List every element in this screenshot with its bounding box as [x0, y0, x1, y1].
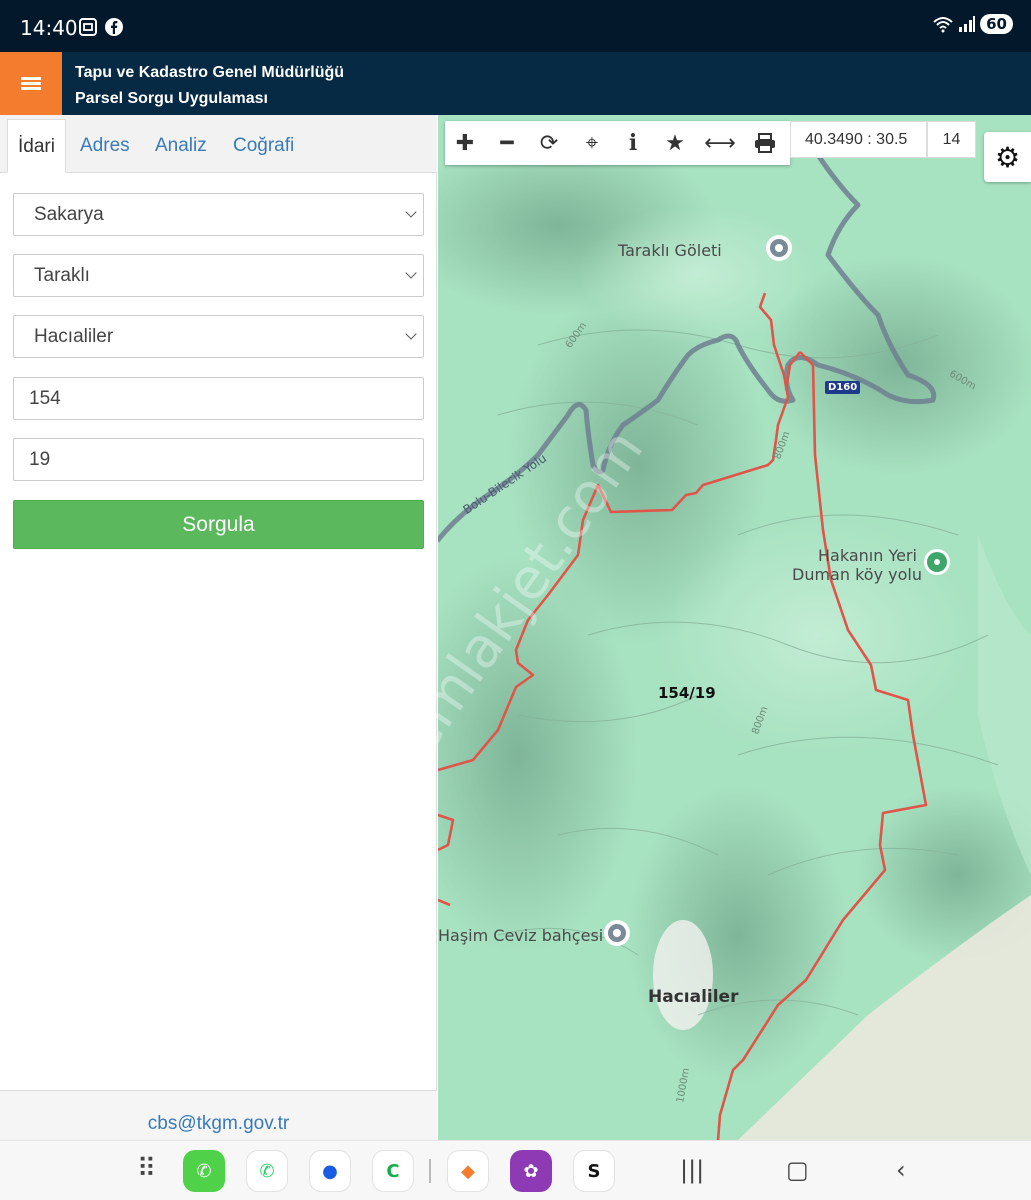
app-drawer-icon[interactable]: ⠿ — [137, 1154, 156, 1184]
app-header: Tapu ve Kadastro Genel Müdürlüğü Parsel … — [0, 52, 1031, 115]
tab-analiz[interactable]: Analiz — [155, 119, 207, 173]
battery-level: 60 — [980, 14, 1013, 34]
header-title: Tapu ve Kadastro Genel Müdürlüğü — [75, 64, 345, 81]
map-place-hasim-ceviz-bahcesi: Haşim Ceviz bahçesi — [438, 926, 604, 945]
crosshair-icon: ⌖ — [585, 130, 599, 156]
parcel-label: 154/19 — [658, 684, 716, 702]
star-icon: ★ — [665, 130, 685, 156]
signal-icon — [959, 16, 976, 32]
refresh-button[interactable]: ⟳ — [529, 121, 569, 165]
refresh-icon: ⟳ — [539, 130, 559, 156]
plus-icon: ✚ — [455, 130, 475, 156]
recents-icon[interactable]: ||| — [680, 1156, 704, 1184]
map-toolbar: ✚ ━ ⟳ ⌖ i ★ ⟷ — [445, 121, 790, 165]
android-nav-bar: ⠿ ✆ ✆ ● C ◆ ✿ S ||| ▢ ‹ — [0, 1140, 1031, 1200]
arrows-horizontal-icon: ⟷ — [704, 130, 736, 156]
print-icon — [755, 133, 775, 153]
zoom-out-button[interactable]: ━ — [487, 121, 527, 165]
tab-bar: İdari Adres Analiz Coğrafi — [0, 115, 437, 173]
il-select-value: Sakarya — [34, 204, 104, 225]
footer: cbs@tkgm.gov.tr — [0, 1090, 437, 1140]
left-panel: İdari Adres Analiz Coğrafi Sakarya Tarak… — [0, 115, 437, 1140]
chevron-down-icon — [405, 328, 417, 340]
measure-button[interactable]: ⟷ — [700, 121, 740, 165]
mahalle-select[interactable]: Hacıaliler — [13, 315, 424, 358]
phone-app-icon[interactable]: ✆ — [183, 1150, 225, 1192]
settings-button[interactable]: ⚙ — [984, 132, 1031, 182]
ilce-select-value: Taraklı — [34, 265, 90, 286]
ada-input[interactable]: 154 — [13, 377, 424, 420]
menu-button[interactable] — [0, 52, 62, 115]
parsel-input[interactable]: 19 — [13, 438, 424, 481]
poi-icon — [604, 920, 630, 946]
zoom-in-button[interactable]: ✚ — [445, 121, 485, 165]
screenshot-icon — [79, 18, 97, 36]
map-place-duman-koy-yolu: Duman köy yolu — [792, 565, 922, 584]
status-right: 60 — [932, 14, 1013, 34]
ilce-select[interactable]: Taraklı — [13, 254, 424, 297]
messages-app-icon[interactable]: ● — [309, 1150, 351, 1192]
hamburger-icon — [21, 75, 41, 92]
minus-icon: ━ — [500, 130, 514, 156]
mahalle-select-value: Hacıaliler — [34, 326, 114, 347]
sorgula-button[interactable]: Sorgula — [13, 500, 424, 549]
header-subtitle: Parsel Sorgu Uygulaması — [75, 90, 268, 107]
map-place-hakanin-yeri: Hakanın Yeri — [818, 546, 917, 565]
coordinate-display: 40.3490 : 30.5 — [790, 121, 927, 158]
status-time: 14:40 — [20, 16, 78, 40]
tulip-app-icon[interactable]: ✿ — [510, 1150, 552, 1192]
chevron-down-icon — [405, 206, 417, 218]
dock-divider — [429, 1159, 431, 1183]
zoom-level-display: 14 — [927, 121, 976, 158]
map-place-haciailer: Hacıaliler — [648, 987, 739, 1007]
info-icon: i — [628, 130, 638, 156]
status-bar: 14:40 60 — [0, 0, 1031, 52]
tab-cografi[interactable]: Coğrafi — [233, 119, 294, 173]
wifi-icon — [933, 17, 953, 33]
whatsapp-app-icon[interactable]: ✆ — [246, 1150, 288, 1192]
park-icon — [924, 549, 950, 575]
locate-button[interactable]: ⌖ — [572, 121, 612, 165]
footer-email-link[interactable]: cbs@tkgm.gov.tr — [148, 1113, 289, 1134]
tab-adres[interactable]: Adres — [80, 119, 130, 173]
favorite-button[interactable]: ★ — [655, 121, 695, 165]
parsel-input-value: 19 — [29, 449, 51, 470]
home-icon[interactable]: ▢ — [786, 1156, 809, 1184]
map-place-tarakli-goleti: Taraklı Göleti — [618, 241, 722, 260]
il-select[interactable]: Sakarya — [13, 193, 424, 236]
facebook-icon — [105, 18, 123, 36]
gear-icon: ⚙ — [994, 140, 1021, 174]
info-button[interactable]: i — [613, 121, 653, 165]
ada-input-value: 154 — [29, 388, 61, 409]
map-view[interactable]: Taraklı Göleti Hakanın Yeri Duman köy yo… — [438, 115, 1031, 1140]
tkgm-app-icon[interactable]: ◆ — [447, 1150, 489, 1192]
poi-icon — [766, 235, 792, 261]
chevron-down-icon — [405, 267, 417, 279]
s-app-icon[interactable]: S — [573, 1150, 615, 1192]
road-shield: D160 — [825, 381, 861, 394]
print-button[interactable] — [745, 121, 785, 165]
c-app-icon[interactable]: C — [372, 1150, 414, 1192]
back-icon[interactable]: ‹ — [896, 1156, 906, 1184]
tab-idari[interactable]: İdari — [7, 119, 66, 173]
